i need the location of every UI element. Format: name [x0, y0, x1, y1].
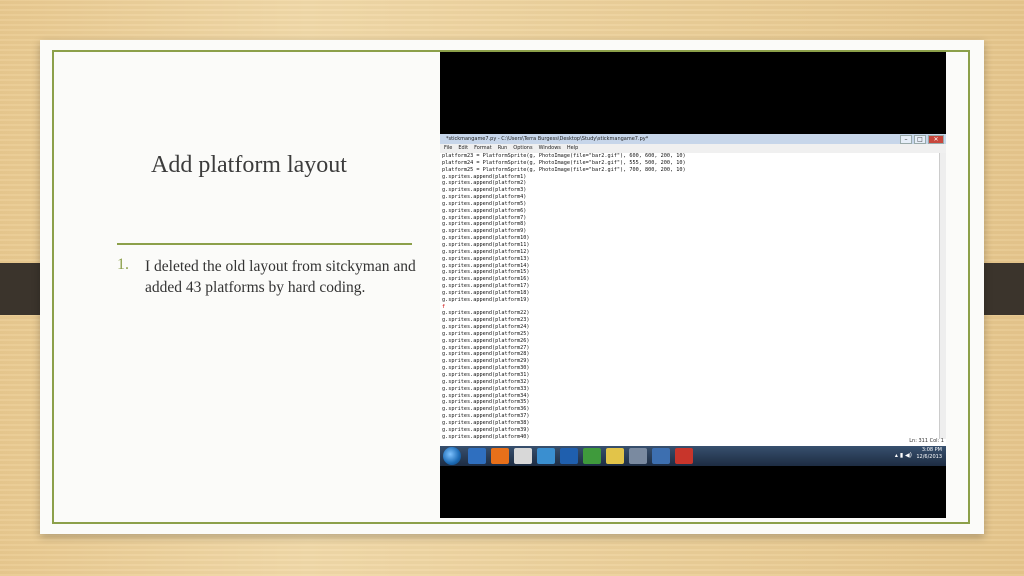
code-line: g.sprites.append(platform10): [442, 235, 530, 242]
code-line: g.sprites.append(platform8): [442, 221, 527, 228]
code-line: g.sprites.append(platform38): [442, 419, 530, 426]
code-line: g.sprites.append(platform18): [442, 289, 530, 296]
taskbar-app-icon[interactable]: [606, 448, 624, 464]
code-line: g.sprites.append(platform25): [442, 330, 530, 337]
taskbar-app-icon[interactable]: [514, 448, 532, 464]
taskbar-app-icon[interactable]: [537, 448, 555, 464]
code-line: g.sprites.append(platform27): [442, 344, 530, 351]
tray-icons[interactable]: ▴ ▮ ◀): [895, 452, 912, 459]
code-line: g.sprites.append(platform35): [442, 399, 530, 406]
taskbar-app-icon[interactable]: [560, 448, 578, 464]
title-divider: [117, 243, 412, 245]
menu-bar: File Edit Format Run Options Windows Help: [440, 144, 946, 153]
left-edge-tab: [0, 263, 40, 315]
taskbar-app-icon[interactable]: [675, 448, 693, 464]
menu-item-format[interactable]: Format: [474, 144, 492, 153]
taskbar-app-icon[interactable]: [491, 448, 509, 464]
code-line: g.sprites.append(platform17): [442, 283, 530, 290]
code-line: g.sprites.append(platform28): [442, 351, 530, 358]
code-line: g.sprites.append(platform15): [442, 269, 530, 276]
list-number: 1.: [117, 256, 129, 273]
code-line: g.sprites.append(platform29): [442, 358, 530, 365]
code-line: g.sprites.append(platform30): [442, 365, 530, 372]
code-editor[interactable]: platform23 = PlatformSprite(g, PhotoImag…: [442, 153, 922, 440]
code-line: g.sprites.append(platform9): [442, 228, 527, 235]
status-line-col: Ln: 311 Col: 1: [909, 438, 944, 444]
vertical-scrollbar[interactable]: [939, 153, 946, 439]
taskbar-apps: [468, 448, 693, 464]
code-line: g.sprites.append(platform16): [442, 276, 530, 283]
code-line: g.sprites.append(platform32): [442, 378, 530, 385]
menu-item-run[interactable]: Run: [498, 144, 508, 153]
menu-item-help[interactable]: Help: [567, 144, 578, 153]
taskbar-app-icon[interactable]: [468, 448, 486, 464]
code-line: g.sprites.append(platform19): [442, 296, 530, 303]
window-title: *stickmangame7.py - C:\Users\Terra Burge…: [446, 136, 649, 142]
code-line: g.sprites.append(platform40): [442, 433, 530, 440]
list-item-text: I deleted the old layout from sitckyman …: [145, 258, 416, 296]
start-button[interactable]: [443, 447, 461, 465]
taskbar-app-icon[interactable]: [629, 448, 647, 464]
minimize-button[interactable]: –: [900, 135, 912, 144]
clock-time: 3:08 PM: [921, 447, 942, 453]
code-line: g.sprites.append(platform13): [442, 255, 530, 262]
menu-item-file[interactable]: File: [444, 144, 452, 153]
menu-item-edit[interactable]: Edit: [458, 144, 468, 153]
menu-item-options[interactable]: Options: [513, 144, 532, 153]
code-line: g.sprites.append(platform7): [442, 214, 527, 221]
close-button[interactable]: ✕: [928, 135, 944, 144]
code-line: g.sprites.append(platform6): [442, 207, 527, 214]
code-line: g.sprites.append(platform14): [442, 262, 530, 269]
code-line: platform24 = PlatformSprite(g, PhotoImag…: [442, 159, 686, 166]
code-line: g.sprites.append(platform31): [442, 372, 530, 378]
code-line: g.sprites.append(platform39): [442, 426, 530, 433]
code-line: g.sprites.append(platform24): [442, 324, 530, 331]
clock[interactable]: 3:08 PM 12/6/2013: [916, 447, 942, 461]
taskbar-app-icon[interactable]: [583, 448, 601, 464]
code-line: g.sprites.append(platform36): [442, 406, 530, 413]
code-line: g.sprites.append(platform5): [442, 200, 527, 207]
code-line: f: [442, 303, 446, 310]
code-line: g.sprites.append(platform34): [442, 392, 530, 399]
code-line: g.sprites.append(platform37): [442, 413, 530, 420]
code-line: g.sprites.append(platform4): [442, 194, 527, 201]
window-titlebar: *stickmangame7.py - C:\Users\Terra Burge…: [440, 134, 946, 144]
maximize-button[interactable]: □: [914, 135, 926, 144]
slide-title: Add platform layout: [151, 152, 347, 178]
code-line: g.sprites.append(platform12): [442, 248, 530, 255]
code-line: g.sprites.append(platform33): [442, 385, 530, 392]
code-line: platform23 = PlatformSprite(g, PhotoImag…: [442, 153, 686, 159]
code-line: g.sprites.append(platform11): [442, 241, 530, 248]
idle-editor-window: *stickmangame7.py - C:\Users\Terra Burge…: [440, 134, 946, 449]
code-line: g.sprites.append(platform3): [442, 187, 527, 194]
clock-date: 12/6/2013: [916, 454, 942, 460]
menu-item-windows[interactable]: Windows: [539, 144, 561, 153]
code-line: g.sprites.append(platform26): [442, 337, 530, 344]
windows-taskbar: ▴ ▮ ◀) 3:08 PM 12/6/2013: [440, 446, 946, 466]
screenshot-image: *stickmangame7.py - C:\Users\Terra Burge…: [440, 52, 946, 518]
code-line: g.sprites.append(platform22): [442, 310, 530, 317]
code-line: g.sprites.append(platform2): [442, 180, 527, 187]
taskbar-app-icon[interactable]: [652, 448, 670, 464]
code-line: g.sprites.append(platform23): [442, 317, 530, 324]
code-line: platform25 = PlatformSprite(g, PhotoImag…: [442, 166, 686, 173]
code-line: g.sprites.append(platform1): [442, 173, 527, 180]
right-edge-tab: [984, 263, 1024, 315]
